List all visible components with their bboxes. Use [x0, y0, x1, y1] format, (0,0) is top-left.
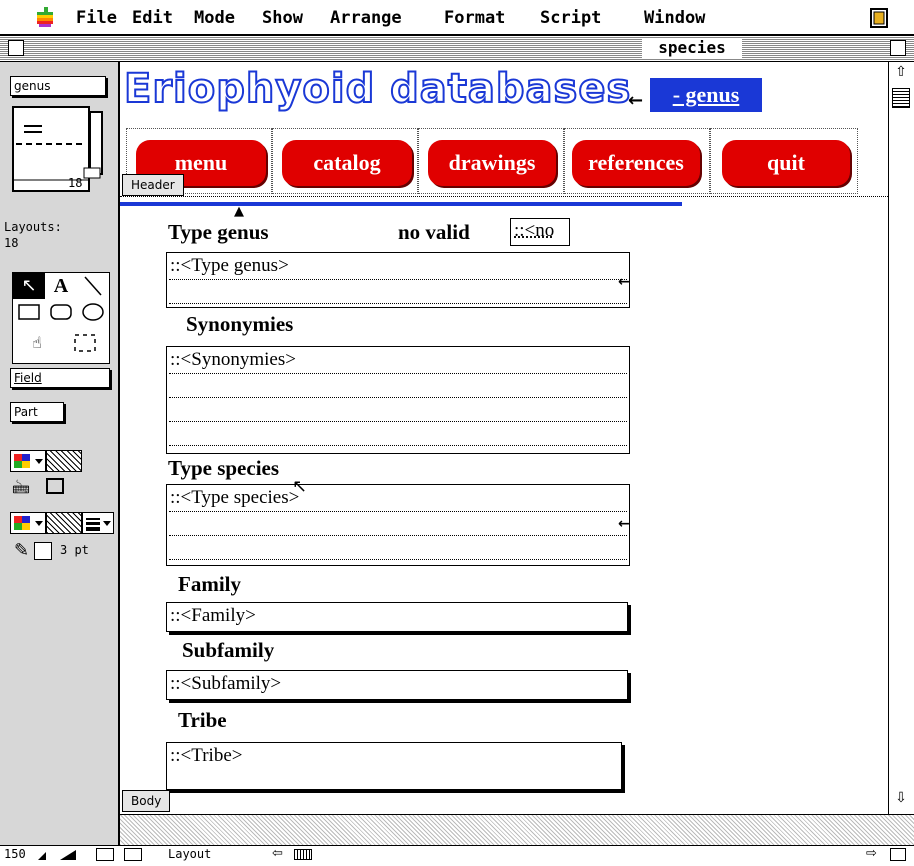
menu-edit[interactable]: Edit [132, 8, 173, 28]
rectangle-tool-icon[interactable] [13, 299, 45, 325]
menu-arrange[interactable]: Arrange [330, 8, 402, 28]
family-field-placeholder: ::<Family> [170, 605, 256, 626]
layout-selector-value: genus [14, 79, 51, 93]
part-button[interactable]: Part [10, 402, 64, 422]
field-button-label: Field [14, 371, 42, 385]
headline-arrow-icon: ← [628, 90, 644, 111]
pen-pattern-picker[interactable] [46, 512, 82, 534]
type-genus-field[interactable]: ::<Type genus> [166, 252, 630, 308]
no-valid-field-placeholder: ::<no [514, 220, 555, 241]
menu-bar: File Edit Mode Show Arrange Format Scrip… [0, 0, 914, 36]
paint-bucket-icon: 🖮 [12, 478, 30, 499]
menu-format[interactable]: Format [444, 8, 505, 28]
book-page-number: 18 [68, 176, 83, 190]
window-title: species [642, 38, 742, 58]
no-valid-field[interactable]: ::<no [510, 218, 570, 246]
zoom-box[interactable] [890, 40, 906, 56]
scroll-up-arrow-icon[interactable]: ⇧ [891, 64, 911, 84]
line-width-value: 3 pt [60, 543, 89, 557]
scroll-right-arrow-icon[interactable]: ⇨ [866, 846, 877, 861]
zoom-out-icon[interactable] [36, 848, 56, 862]
field-arrow-icon[interactable]: ← [618, 274, 630, 290]
synonymies-field[interactable]: ::<Synonymies> [166, 346, 630, 454]
button-tool-icon[interactable]: ☝ [13, 325, 61, 361]
family-label[interactable]: Family [178, 572, 241, 597]
menu-file[interactable]: File [76, 8, 117, 28]
part-button-label: Part [14, 405, 38, 419]
body-part-label[interactable]: Body [122, 790, 171, 812]
oval-tool-icon[interactable] [77, 299, 109, 325]
fill-color-picker[interactable] [10, 450, 46, 472]
toolbar-toggle-icon[interactable] [96, 848, 114, 861]
size-box-icon[interactable] [890, 848, 906, 861]
type-species-field-placeholder: ::<Type species> [170, 487, 300, 508]
quit-button[interactable]: quit [722, 140, 850, 186]
scroll-down-arrow-icon[interactable]: ⇩ [891, 790, 911, 810]
vertical-scrollbar[interactable]: ⇧ ⇩ [888, 62, 914, 814]
layouts-label: Layouts: [4, 220, 62, 234]
pen-icon: ✎ [14, 540, 30, 561]
menu-window[interactable]: Window [644, 8, 705, 28]
drawing-tools-grid: ↖ A ☝ [12, 272, 110, 364]
drawings-button[interactable]: drawings [428, 140, 556, 186]
fill-sample-icon [46, 478, 64, 494]
scroll-thumb[interactable] [892, 88, 910, 108]
application-menu-icon[interactable] [868, 6, 892, 30]
references-button[interactable]: references [572, 140, 700, 186]
catalog-button[interactable]: catalog [282, 140, 412, 186]
line-tool-icon[interactable] [77, 273, 109, 299]
synonymies-field-placeholder: ::<Synonymies> [170, 349, 296, 370]
type-genus-field-placeholder: ::<Type genus> [170, 255, 289, 276]
pointer-tool-icon[interactable]: ↖ [13, 273, 45, 299]
horizontal-scroll-thumb[interactable] [294, 849, 312, 860]
database-title[interactable]: Eriophyoid databases [123, 65, 631, 113]
layout-tools-palette: genus 18 Layouts: 18 ↖ A ☝ Field Part 🖮 … [0, 62, 120, 845]
tribe-field-placeholder: ::<Tribe> [170, 745, 243, 766]
line-sample-box [34, 542, 52, 560]
synonymies-label[interactable]: Synonymies [186, 312, 293, 337]
layout-bottom-margin [120, 814, 914, 845]
handle-marker-icon[interactable]: ▲ [234, 204, 244, 219]
type-species-field[interactable]: ::<Type species> [166, 484, 630, 566]
fill-pattern-picker[interactable] [46, 450, 82, 472]
text-tool-icon[interactable]: A [45, 273, 77, 299]
pen-color-picker[interactable] [10, 512, 46, 534]
status-area-toggle-icon[interactable] [124, 848, 142, 861]
close-box[interactable] [8, 40, 24, 56]
no-valid-label[interactable]: no valid [398, 220, 470, 245]
field-arrow-icon[interactable]: ← [618, 516, 630, 532]
field-button[interactable]: Field [10, 368, 110, 388]
header-part-boundary[interactable] [120, 196, 888, 197]
mouse-cursor-icon: ↖ [292, 476, 308, 497]
menu-script[interactable]: Script [540, 8, 601, 28]
layouts-count: 18 [4, 236, 19, 250]
header-part-label[interactable]: Header [122, 174, 184, 196]
subfamily-field-placeholder: ::<Subfamily> [170, 673, 282, 694]
menu-mode[interactable]: Mode [194, 8, 235, 28]
header-line[interactable] [120, 202, 682, 206]
zoom-in-icon[interactable] [58, 848, 78, 862]
rounded-rectangle-tool-icon[interactable] [45, 299, 77, 325]
tribe-field[interactable]: ::<Tribe> [166, 742, 622, 790]
type-genus-label[interactable]: Type genus [168, 220, 269, 245]
field-tool-icon[interactable] [61, 325, 109, 361]
zoom-percentage[interactable]: 150 [4, 847, 26, 861]
window-title-bar[interactable]: species [0, 36, 914, 62]
scroll-left-arrow-icon[interactable]: ⇦ [272, 846, 283, 861]
line-width-picker[interactable] [82, 512, 114, 534]
layout-canvas[interactable]: Eriophyoid databases ← - genus menu cata… [120, 62, 888, 814]
subfamily-field[interactable]: ::<Subfamily> [166, 670, 628, 700]
mode-selector[interactable]: Layout [168, 847, 211, 861]
status-bar: 150 Layout ⇦ ⇨ [0, 845, 914, 863]
tribe-label[interactable]: Tribe [178, 708, 227, 733]
genus-title-field[interactable]: - genus [650, 78, 762, 112]
layout-selector[interactable]: genus [10, 76, 106, 96]
menu-show[interactable]: Show [262, 8, 303, 28]
family-field[interactable]: ::<Family> [166, 602, 628, 632]
layout-book-icon[interactable]: 18 [12, 106, 106, 192]
apple-menu-icon[interactable] [36, 6, 54, 28]
type-species-label[interactable]: Type species [168, 456, 279, 481]
subfamily-label[interactable]: Subfamily [182, 638, 274, 663]
